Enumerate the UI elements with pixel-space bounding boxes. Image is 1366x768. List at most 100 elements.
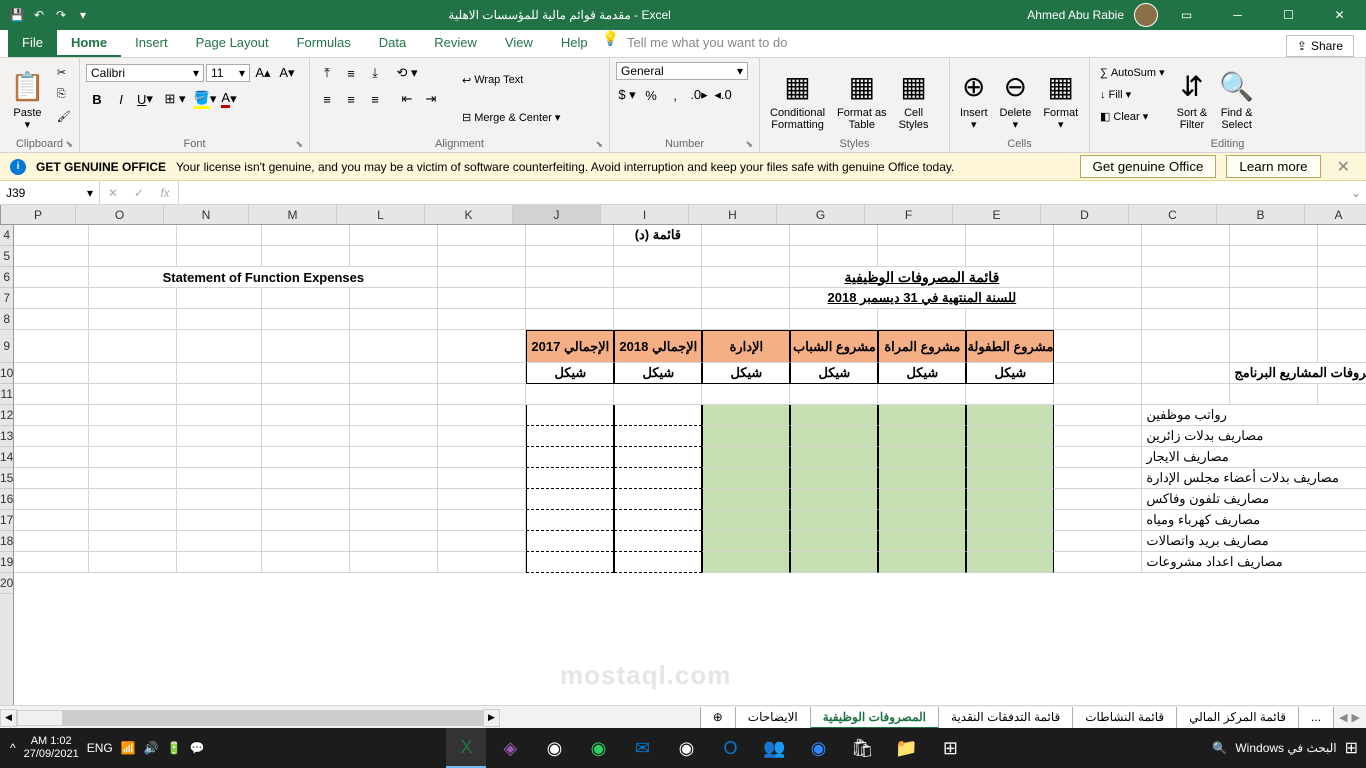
- font-color-button[interactable]: A ▾: [218, 88, 240, 110]
- cell[interactable]: [89, 363, 177, 384]
- cell[interactable]: [614, 552, 702, 573]
- cell[interactable]: [790, 426, 878, 447]
- borders-button[interactable]: ⊞ ▾: [164, 88, 186, 110]
- underline-button[interactable]: U ▾: [134, 88, 156, 110]
- align-top-button[interactable]: ⤒: [316, 62, 338, 84]
- cell[interactable]: [262, 468, 350, 489]
- cell[interactable]: [966, 225, 1054, 246]
- cell[interactable]: للسنة المنتهية في 31 ديسمبر 2018: [790, 288, 1054, 309]
- undo-icon[interactable]: ↶: [30, 6, 48, 24]
- cell[interactable]: [350, 468, 438, 489]
- row-header-18[interactable]: 18: [0, 531, 13, 552]
- cell[interactable]: [966, 426, 1054, 447]
- taskbar-taskview-icon[interactable]: ⊞: [930, 728, 970, 768]
- sheet-tab-2[interactable]: قائمة النشاطات: [1072, 707, 1177, 729]
- cell[interactable]: [350, 288, 438, 309]
- cell[interactable]: [966, 384, 1054, 405]
- cell[interactable]: [14, 330, 89, 363]
- merge-center-button[interactable]: ⊟Merge & Center ▾: [458, 107, 564, 128]
- cell[interactable]: [790, 531, 878, 552]
- col-header-N[interactable]: N: [164, 205, 249, 224]
- cell[interactable]: [262, 531, 350, 552]
- search-icon[interactable]: 🔍: [1212, 741, 1227, 755]
- cell[interactable]: مصاريف اعداد مشروعات: [1142, 552, 1366, 573]
- align-middle-button[interactable]: ≡: [340, 62, 362, 84]
- cell[interactable]: [702, 468, 790, 489]
- cell[interactable]: [350, 225, 438, 246]
- cell[interactable]: مشروع المراة: [878, 330, 966, 363]
- cell[interactable]: [262, 489, 350, 510]
- cell[interactable]: [702, 267, 790, 288]
- cell[interactable]: [262, 510, 350, 531]
- cell[interactable]: [350, 489, 438, 510]
- cell[interactable]: الإدارة: [702, 330, 790, 363]
- font-size-combo[interactable]: 11▾: [206, 64, 250, 82]
- tab-page-layout[interactable]: Page Layout: [182, 30, 283, 57]
- cell[interactable]: [1054, 246, 1142, 267]
- cell[interactable]: [1054, 267, 1142, 288]
- cell[interactable]: شيكل: [878, 363, 966, 384]
- cell[interactable]: [177, 384, 262, 405]
- tab-file[interactable]: File: [8, 30, 57, 57]
- find-select-button[interactable]: 🔍 Find & Select: [1215, 62, 1258, 136]
- cell[interactable]: [14, 246, 89, 267]
- cell[interactable]: [262, 330, 350, 363]
- cell[interactable]: مصاريف تلفون وفاكس: [1142, 489, 1366, 510]
- cell[interactable]: [526, 384, 614, 405]
- taskbar-whatsapp-icon[interactable]: ◉: [578, 728, 618, 768]
- cell[interactable]: [350, 531, 438, 552]
- cell[interactable]: [14, 225, 89, 246]
- row-header-7[interactable]: 7: [0, 288, 13, 309]
- cell[interactable]: [1142, 288, 1230, 309]
- cell[interactable]: [702, 447, 790, 468]
- cell[interactable]: [790, 225, 878, 246]
- cell[interactable]: [1318, 309, 1366, 330]
- decrease-indent-button[interactable]: ⇤: [396, 88, 418, 110]
- enter-formula-icon[interactable]: ✓: [126, 181, 152, 204]
- cell[interactable]: [790, 246, 878, 267]
- number-format-combo[interactable]: General▾: [616, 62, 748, 80]
- cell[interactable]: مصاريف بدلات أعضاء مجلس الإدارة: [1142, 468, 1366, 489]
- cell[interactable]: [966, 447, 1054, 468]
- cell[interactable]: [438, 531, 526, 552]
- row-header-11[interactable]: 11: [0, 384, 13, 405]
- taskbar-outlook-icon[interactable]: O: [710, 728, 750, 768]
- cell[interactable]: شيكل: [966, 363, 1054, 384]
- cell[interactable]: [89, 510, 177, 531]
- cell[interactable]: [438, 246, 526, 267]
- cell[interactable]: [14, 552, 89, 573]
- sheet-tab-3[interactable]: قائمة التدفقات النقدية: [938, 707, 1073, 729]
- cell[interactable]: [966, 405, 1054, 426]
- alignment-launcher-icon[interactable]: ⬊: [595, 139, 603, 150]
- fill-color-button[interactable]: 🪣 ▾: [194, 88, 216, 110]
- cell[interactable]: [614, 267, 702, 288]
- sort-filter-button[interactable]: ⇵ Sort & Filter: [1173, 62, 1212, 136]
- cell[interactable]: [177, 288, 262, 309]
- row-header-12[interactable]: 12: [0, 405, 13, 426]
- horizontal-scrollbar[interactable]: [17, 710, 483, 726]
- row-header-16[interactable]: 16: [0, 489, 13, 510]
- cancel-formula-icon[interactable]: ✕: [100, 181, 126, 204]
- accounting-format-button[interactable]: $ ▾: [616, 84, 638, 106]
- cell[interactable]: [177, 363, 262, 384]
- col-header-P[interactable]: P: [1, 205, 76, 224]
- col-header-F[interactable]: F: [865, 205, 953, 224]
- copy-button[interactable]: ⎘: [53, 84, 75, 105]
- font-launcher-icon[interactable]: ⬊: [295, 139, 303, 150]
- cells-grid[interactable]: قائمة (د)Statement of Function Expensesق…: [14, 225, 1366, 705]
- col-header-H[interactable]: H: [689, 205, 777, 224]
- taskbar-explorer-icon[interactable]: 📁: [886, 728, 926, 768]
- cell[interactable]: [14, 489, 89, 510]
- cell[interactable]: [1054, 363, 1142, 384]
- cell[interactable]: [526, 531, 614, 552]
- sheet-tab-4[interactable]: المصروفات الوظيفية: [810, 707, 939, 729]
- cell[interactable]: [878, 246, 966, 267]
- save-icon[interactable]: 💾: [8, 6, 26, 24]
- taskbar-mail-icon[interactable]: ✉: [622, 728, 662, 768]
- cell[interactable]: [1142, 309, 1230, 330]
- cell[interactable]: مصاريف الايجار: [1142, 447, 1366, 468]
- cell[interactable]: [350, 246, 438, 267]
- cell[interactable]: [262, 246, 350, 267]
- orientation-button[interactable]: ⟲ ▾: [396, 62, 418, 84]
- cell[interactable]: [790, 447, 878, 468]
